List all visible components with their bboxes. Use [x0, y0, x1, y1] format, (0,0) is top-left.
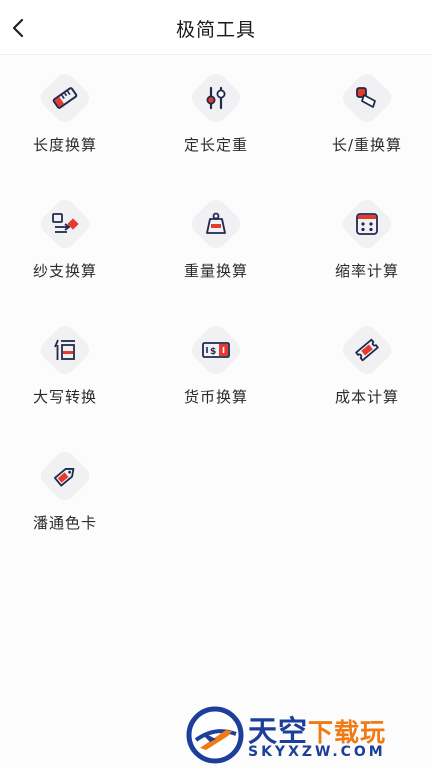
tool-label: 定长定重 [183, 136, 248, 154]
tool-fixed-length-weight[interactable]: 定长定重 [156, 66, 276, 176]
weight-icon [206, 212, 226, 234]
uppercase-bai-icon [54, 339, 75, 360]
tool-label: 长度换算 [32, 136, 97, 154]
top-bar: 极简工具 [0, 0, 432, 55]
tool-length-weight-convert[interactable]: 长/重换算 [307, 66, 427, 176]
tool-pantone-card[interactable]: 潘通色卡 [5, 444, 125, 554]
tool-shrink-rate-calc[interactable]: 缩率计算 [307, 192, 427, 302]
tool-currency-convert[interactable]: $ 货币换算 [156, 318, 276, 428]
yarn-exchange-icon [52, 213, 79, 233]
tool-yarn-count-convert[interactable]: 纱支换算 [5, 192, 125, 302]
tool-weight-convert[interactable]: 重量换算 [156, 192, 276, 302]
tool-label: 货币换算 [183, 388, 248, 406]
tool-label: 长/重换算 [331, 136, 403, 154]
watermark-url: SKYXZW.COM [248, 744, 386, 760]
tool-length-convert[interactable]: 长度换算 [5, 66, 125, 176]
svg-text:$: $ [210, 347, 216, 357]
calculator-icon [356, 213, 378, 235]
tool-label: 成本计算 [334, 388, 399, 406]
watermark-brand-sub: 下载玩 [308, 718, 387, 747]
ticket-icon [355, 338, 379, 362]
globe-plane-logo-icon [186, 706, 244, 764]
banknote-icon: $ [202, 342, 230, 358]
color-tag-icon [53, 468, 75, 487]
tool-label: 纱支换算 [32, 262, 97, 280]
tool-label: 重量换算 [183, 262, 248, 280]
tool-label: 潘通色卡 [32, 514, 97, 532]
watermark-brand-main: 天空 [248, 714, 309, 748]
sliders-icon [206, 86, 226, 110]
tool-cost-calc[interactable]: 成本计算 [307, 318, 427, 428]
ruler-icon [52, 87, 78, 109]
tag-convert-icon [356, 87, 376, 108]
tool-uppercase-convert[interactable]: 大写转换 [5, 318, 125, 428]
tool-label: 大写转换 [32, 388, 97, 406]
site-watermark: 天空下载玩 SKYXZW.COM [186, 706, 430, 766]
page-title: 极简工具 [175, 19, 256, 41]
tool-label: 缩率计算 [334, 262, 399, 280]
app-screen: 极简工具 长度换算 定长定重 长/重换算 纱支换算 重量换算 缩率计算 大写转换… [0, 0, 432, 768]
